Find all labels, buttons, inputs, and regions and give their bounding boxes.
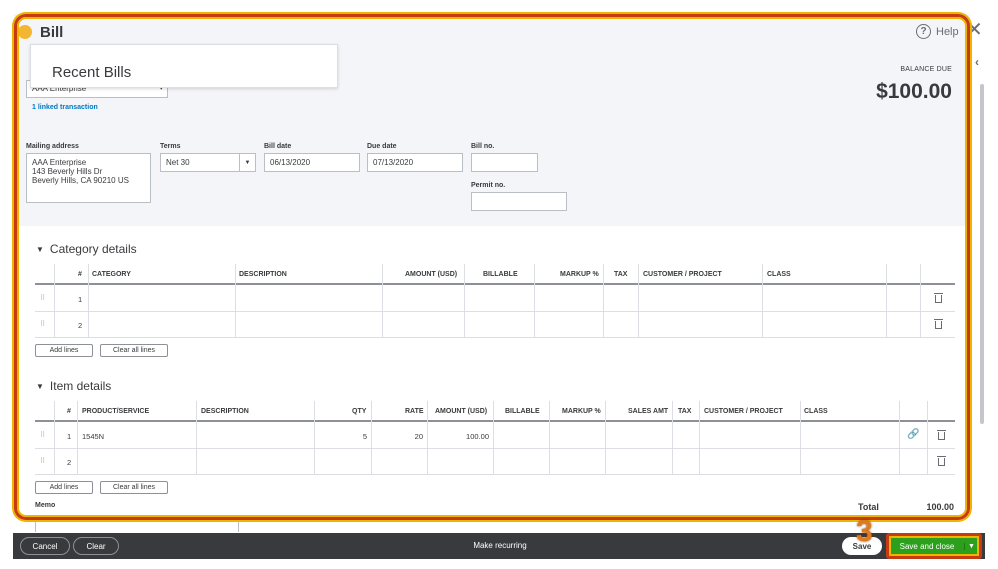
make-recurring-link[interactable]: Make recurring <box>440 541 560 550</box>
cancel-button[interactable]: Cancel <box>20 537 70 555</box>
chevron-left-icon[interactable]: ‹ <box>975 55 979 69</box>
clear-button[interactable]: Clear <box>73 537 119 555</box>
highlight-save-and-close <box>886 533 982 559</box>
scrollbar-thumb[interactable] <box>980 84 984 424</box>
highlight-bill-form <box>14 14 970 520</box>
step-number-badge: 3 <box>856 515 873 548</box>
